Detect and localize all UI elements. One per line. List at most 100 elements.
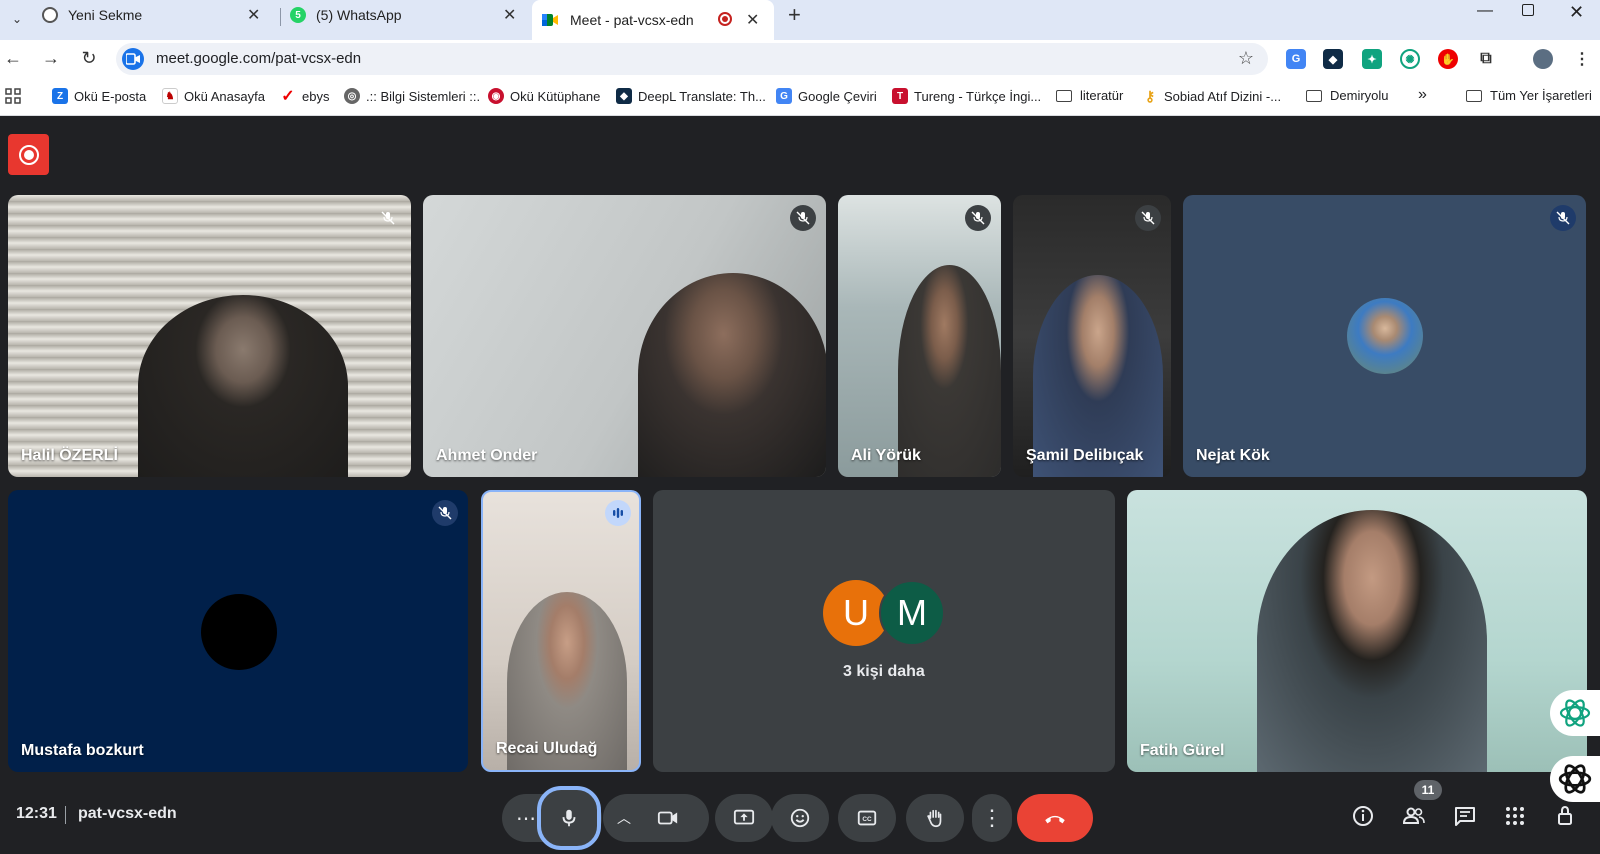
more-options-button[interactable]: ⋮ <box>972 794 1012 842</box>
raise-hand-button[interactable] <box>906 794 964 842</box>
browser-menu-icon[interactable]: ⋮ <box>1572 49 1592 69</box>
others-tile[interactable]: U M 3 kişi daha <box>653 490 1115 772</box>
site-info-icon[interactable] <box>122 48 144 70</box>
mic-off-icon <box>1135 205 1161 231</box>
video-feed <box>138 295 348 477</box>
back-button[interactable]: ← <box>2 48 24 69</box>
participant-name: Recai Uludağ <box>496 740 598 757</box>
bookmark-deepl[interactable]: ◆ DeepL Translate: Th... <box>616 88 766 104</box>
bookmark-folder-literatur[interactable]: literatür <box>1056 88 1123 103</box>
bookmark-label: DeepL Translate: Th... <box>638 88 766 104</box>
bookmark-sobiad[interactable]: ⚷ Sobiad Atıf Dizini -... <box>1142 88 1281 104</box>
close-icon[interactable]: ✕ <box>503 5 516 25</box>
address-bar[interactable]: meet.google.com/pat-vcsx-edn ☆ <box>116 43 1268 75</box>
bookmark-tureng[interactable]: T Tureng - Türkçe İngi... <box>892 88 1041 104</box>
extensions-puzzle-icon[interactable]: ⧉ <box>1476 49 1496 69</box>
hand-icon <box>927 809 942 828</box>
whatsapp-icon: 5 <box>290 7 306 23</box>
meeting-clock: 12:31 <box>16 805 57 822</box>
participant-tile[interactable]: Ahmet Onder <box>423 195 826 477</box>
adblock-extension-icon[interactable]: ✋ <box>1438 49 1458 69</box>
chrome-icon <box>42 7 58 23</box>
tab-search-chevron-icon[interactable]: ⌄ <box>4 6 30 32</box>
captions-icon: CC <box>857 810 877 826</box>
chatgpt-sidebar-button[interactable] <box>1550 690 1600 736</box>
forward-button[interactable]: → <box>40 48 62 69</box>
participant-tile[interactable]: Halil ÖZERLİ <box>8 195 411 477</box>
mic-off-icon <box>790 205 816 231</box>
bookmark-google-ceviri[interactable]: G Google Çeviri <box>776 88 877 104</box>
leave-call-button[interactable] <box>1017 794 1093 842</box>
recording-icon <box>18 144 39 165</box>
bookmark-oku-anasayfa[interactable]: ♞ Okü Anasayfa <box>162 88 265 104</box>
restore-button[interactable] <box>1522 4 1534 16</box>
close-window-button[interactable]: ✕ <box>1569 2 1584 23</box>
participant-name: Ahmet Onder <box>436 447 538 464</box>
present-screen-button[interactable] <box>715 794 773 842</box>
others-count-label: 3 kişi daha <box>843 663 925 680</box>
microphone-button[interactable] <box>537 786 601 850</box>
tab-title: Meet - pat-vcsx-edn <box>570 12 694 28</box>
avatar: M <box>879 580 945 646</box>
participant-tile[interactable]: Mustafa bozkurt <box>8 490 468 772</box>
bookmark-label: Google Çeviri <box>798 88 877 104</box>
avatar <box>1347 298 1423 374</box>
more-audio-options-icon[interactable]: ⋯ <box>516 806 536 831</box>
browser-toolbar: ← → ↻ meet.google.com/pat-vcsx-edn ☆ G ◆… <box>0 40 1600 78</box>
bookmark-oku-kutuphane[interactable]: ◉ Okü Kütüphane <box>488 88 600 104</box>
chat-button[interactable] <box>1451 802 1479 830</box>
profile-avatar[interactable] <box>1533 49 1553 69</box>
url-text: meet.google.com/pat-vcsx-edn <box>156 50 362 67</box>
chevron-up-icon[interactable]: ︿ <box>617 808 631 828</box>
reload-button[interactable]: ↻ <box>78 48 100 69</box>
recording-indicator-button[interactable] <box>8 134 49 175</box>
video-feed <box>1257 510 1487 772</box>
bookmark-bilgi-sistemleri[interactable]: ◎.:: Bilgi Sistemleri ::. <box>344 88 480 104</box>
bookmark-label: Okü Anasayfa <box>184 88 265 104</box>
reactions-button[interactable] <box>771 794 829 842</box>
deepl-extension-icon[interactable]: ◆ <box>1323 49 1343 69</box>
tab-title: Yeni Sekme <box>68 7 143 23</box>
chatgpt-extension-icon[interactable]: ✦ <box>1362 49 1382 69</box>
bookmarks-bar: Z Okü E-posta ♞ Okü Anasayfa ✓ ebys ◎.:: Bi… <box>0 78 1600 116</box>
participant-tile[interactable]: Fatih Gürel <box>1127 490 1587 772</box>
people-button[interactable] <box>1400 802 1428 830</box>
bookmark-label: Okü Kütüphane <box>510 88 601 104</box>
host-controls-button[interactable] <box>1552 802 1580 830</box>
meeting-details-button[interactable] <box>1349 802 1377 830</box>
hang-up-icon <box>1045 815 1065 824</box>
activities-button[interactable] <box>1501 802 1529 830</box>
participant-tile[interactable]: Şamil Delibıçak <box>1013 195 1171 477</box>
openai-widget-button[interactable] <box>1550 756 1600 802</box>
participant-name: Halil ÖZERLİ <box>21 447 118 464</box>
participant-tile-active-speaker[interactable]: Recai Uludağ <box>481 490 641 772</box>
tab-new-tab[interactable]: Yeni Sekme ✕ <box>42 2 272 28</box>
participant-tile[interactable]: Ali Yörük <box>838 195 1001 477</box>
bookmarks-overflow-button[interactable]: » <box>1418 86 1427 104</box>
apps-grid-icon[interactable] <box>5 88 21 104</box>
close-icon[interactable]: ✕ <box>247 5 260 25</box>
camera-button[interactable] <box>657 807 679 829</box>
tab-meet[interactable]: Meet - pat-vcsx-edn ✕ <box>532 0 774 40</box>
bookmark-oku-eposta[interactable]: Z Okü E-posta <box>52 88 146 104</box>
apps-grid-icon <box>1506 807 1524 825</box>
google-translate-extension-icon[interactable]: G <box>1286 49 1306 69</box>
bookmark-ebys[interactable]: ✓ ebys <box>280 88 330 105</box>
bookmark-label: ebys <box>302 88 330 104</box>
bookmark-folder-demiryolu[interactable]: Demiryolu <box>1306 88 1389 103</box>
meet-icon <box>542 12 558 28</box>
participant-count-badge: 11 <box>1414 780 1442 800</box>
divider <box>65 806 66 824</box>
bookmark-star-icon[interactable]: ☆ <box>1238 48 1254 69</box>
bookmark-label: literatür <box>1080 88 1124 103</box>
new-tab-button[interactable]: + <box>788 2 801 28</box>
folder-icon <box>1056 89 1072 102</box>
bookmark-folder-all[interactable]: Tüm Yer İşaretleri <box>1466 88 1592 103</box>
participant-tile[interactable]: Nejat Kök <box>1183 195 1586 477</box>
minimize-button[interactable]: — <box>1477 2 1493 20</box>
openai-extension-icon[interactable]: ✺ <box>1400 49 1420 69</box>
close-icon[interactable]: ✕ <box>746 10 759 30</box>
captions-button[interactable]: CC <box>838 794 896 842</box>
tab-whatsapp[interactable]: 5 (5) WhatsApp ✕ <box>290 2 518 28</box>
tab-title: (5) WhatsApp <box>316 7 402 23</box>
